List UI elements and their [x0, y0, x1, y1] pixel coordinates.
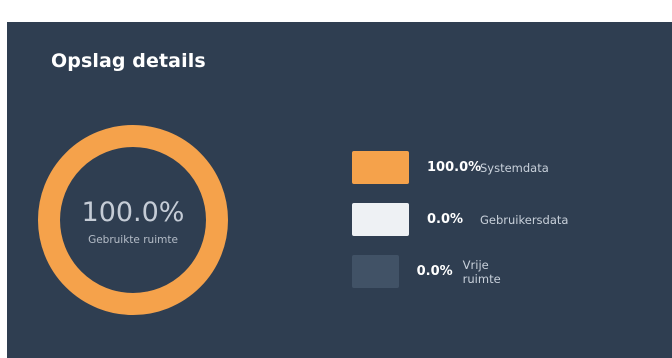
legend-percent-systemdata: 100.0%: [427, 160, 482, 175]
legend-label-gebruikersdata: Gebruikersdata: [480, 212, 569, 227]
legend-item-systemdata: 100.0% Systemdata: [352, 151, 549, 184]
legend-label-vrije-ruimte: Vrije ruimte: [462, 257, 501, 286]
donut-center: 100.0% Gebruikte ruimte: [36, 123, 230, 317]
legend-item-gebruikersdata: 0.0% Gebruikersdata: [352, 203, 568, 236]
legend-item-vrije-ruimte: 0.0% Vrije ruimte: [352, 255, 518, 288]
storage-details-panel: Opslag details 100.0% Gebruikte ruimte 1…: [7, 22, 672, 358]
legend-percent-gebruikersdata: 0.0%: [427, 212, 464, 227]
legend-swatch-gebruikersdata: [352, 203, 409, 236]
legend-swatch-systemdata: [352, 151, 409, 184]
used-space-label: Gebruikte ruimte: [88, 233, 178, 246]
panel-title: Opslag details: [51, 50, 206, 72]
legend-percent-vrije-ruimte: 0.0%: [416, 264, 453, 279]
legend-label-systemdata: Systemdata: [480, 160, 549, 175]
used-percentage: 100.0%: [81, 196, 185, 228]
legend-swatch-vrije-ruimte: [352, 255, 399, 288]
